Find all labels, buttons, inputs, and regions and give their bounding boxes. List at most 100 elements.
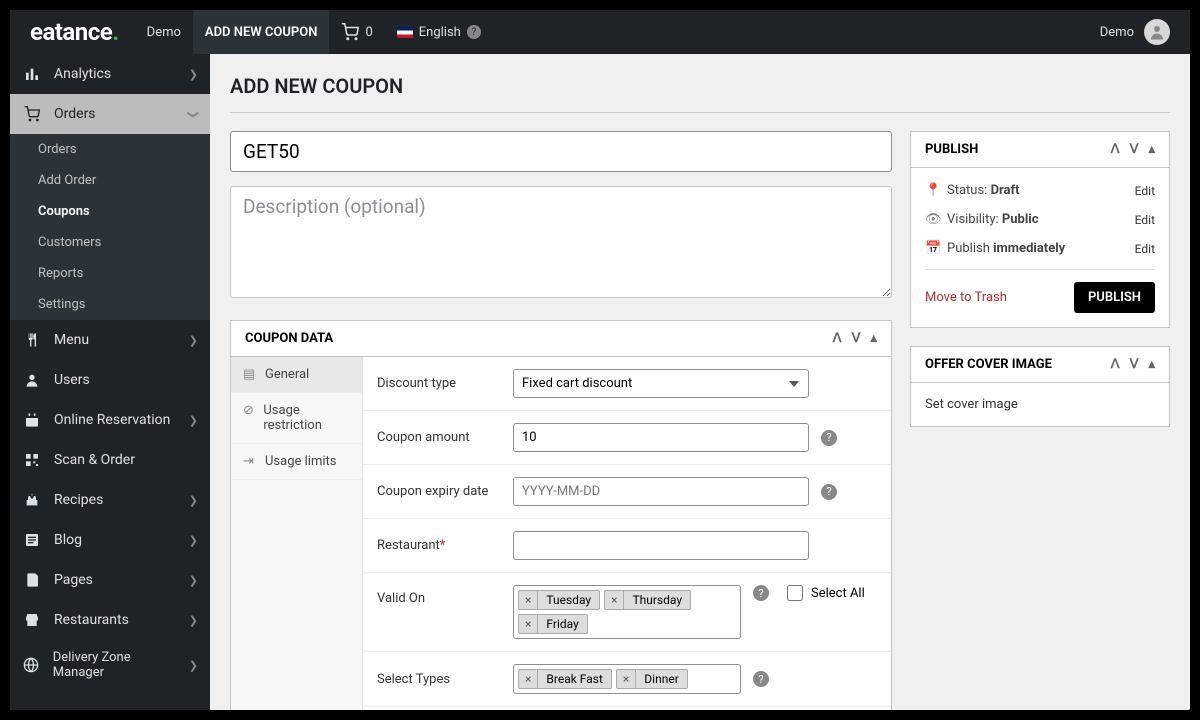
panel-up-icon[interactable]: ᐱ <box>1111 357 1120 372</box>
move-to-trash-link[interactable]: Move to Trash <box>925 290 1007 305</box>
panel-collapse-icon[interactable]: ▴ <box>870 331 877 346</box>
remove-tag-icon[interactable]: × <box>519 591 538 609</box>
coupon-amount-label: Coupon amount <box>377 430 501 445</box>
chevron-right-icon: ❯ <box>189 534 198 547</box>
panel-up-icon[interactable]: ᐱ <box>833 331 842 346</box>
avatar[interactable] <box>1144 19 1170 45</box>
sidebar-item-orders[interactable]: Orders ❯ <box>10 94 210 134</box>
help-icon[interactable]: ? <box>821 484 837 500</box>
publish-button[interactable]: PUBLISH <box>1074 282 1155 313</box>
chevron-right-icon: ❯ <box>189 68 198 81</box>
sidebar-item-label: Menu <box>54 332 89 348</box>
panel-collapse-icon[interactable]: ▴ <box>1148 357 1155 372</box>
topnav-cart[interactable]: 0 <box>329 23 384 41</box>
sidebar-item-label: Analytics <box>54 66 111 82</box>
sidebar-item-label: Delivery Zone Manager <box>53 650 177 680</box>
media-icon <box>22 708 42 710</box>
sidebar-item-restaurants[interactable]: Restaurants ❯ <box>10 600 210 640</box>
qr-icon <box>22 450 42 470</box>
sidebar-item-label: Blog <box>54 532 82 548</box>
description-input[interactable] <box>230 186 892 298</box>
sidebar-item-scan-order[interactable]: Scan & Order <box>10 440 210 480</box>
page-title: ADD NEW COUPON <box>230 74 1170 113</box>
chevron-right-icon: ❯ <box>189 574 198 587</box>
edit-publish-link[interactable]: Edit <box>1135 242 1155 256</box>
eye-icon: 👁 <box>925 212 939 227</box>
sidebar-item-label: Pages <box>54 572 93 588</box>
help-icon[interactable]: ? <box>753 585 769 601</box>
pin-icon: 📍 <box>925 183 939 198</box>
coupon-code-input[interactable] <box>230 131 892 172</box>
sidebar-item-label: Recipes <box>54 492 103 508</box>
sidebar-sub-add-order[interactable]: Add Order <box>10 165 210 196</box>
publish-text: Publish immediately <box>947 241 1065 256</box>
expiry-label: Coupon expiry date <box>377 484 501 499</box>
expiry-input[interactable] <box>513 477 809 506</box>
panel-down-icon[interactable]: ᐯ <box>852 331 861 346</box>
discount-type-select[interactable]: Fixed cart discount <box>513 369 809 398</box>
restaurant-input[interactable] <box>513 531 809 560</box>
blog-icon <box>22 530 42 550</box>
valid-on-tagbox[interactable]: ×Tuesday ×Thursday ×Friday <box>513 585 741 639</box>
sidebar-sub-orders[interactable]: Orders <box>10 134 210 165</box>
sidebar-sub-reports[interactable]: Reports <box>10 258 210 289</box>
remove-tag-icon[interactable]: × <box>519 670 538 688</box>
tab-general[interactable]: ▤ General <box>231 357 362 393</box>
chevron-right-icon: ❯ <box>189 414 198 427</box>
sidebar-item-delivery-zone[interactable]: Delivery Zone Manager ❯ <box>10 640 210 690</box>
sidebar-item-menu[interactable]: Menu ❯ <box>10 320 210 360</box>
remove-tag-icon[interactable]: × <box>605 591 624 609</box>
topnav-demo[interactable]: Demo <box>135 10 193 54</box>
help-icon[interactable]: ? <box>821 430 837 446</box>
chevron-right-icon: ❯ <box>189 614 198 627</box>
tab-usage-restriction[interactable]: ⊘ Usage restriction <box>231 393 362 444</box>
user-icon <box>22 370 42 390</box>
sidebar-item-users[interactable]: Users <box>10 360 210 400</box>
sidebar-item-blog[interactable]: Blog ❯ <box>10 520 210 560</box>
sidebar-sub-coupons[interactable]: Coupons <box>10 196 210 227</box>
remove-tag-icon[interactable]: × <box>519 615 538 633</box>
panel-down-icon[interactable]: ᐯ <box>1130 357 1139 372</box>
panel-down-icon[interactable]: ᐯ <box>1130 142 1139 157</box>
help-icon[interactable]: ? <box>467 25 481 39</box>
edit-visibility-link[interactable]: Edit <box>1135 213 1155 227</box>
user-name[interactable]: Demo <box>1100 25 1134 40</box>
sidebar-item-recipes[interactable]: Recipes ❯ <box>10 480 210 520</box>
store-icon <box>22 610 42 630</box>
sidebar: Analytics ❯ Orders ❯ Orders Add Order Co… <box>10 54 210 710</box>
topnav-add-new-coupon[interactable]: ADD NEW COUPON <box>193 10 330 54</box>
panel-collapse-icon[interactable]: ▴ <box>1148 142 1155 157</box>
logo-dot: . <box>112 18 118 46</box>
panel-up-icon[interactable]: ᐱ <box>1111 142 1120 157</box>
status-text: Status: Draft <box>947 183 1020 198</box>
chevron-right-icon: ❯ <box>189 334 198 347</box>
sidebar-item-media[interactable]: Media ❯ <box>10 698 210 710</box>
topnav-language[interactable]: English ? <box>385 25 493 40</box>
select-all-checkbox[interactable] <box>787 585 803 601</box>
sidebar-item-label: Orders <box>54 106 96 122</box>
sidebar-sub-customers[interactable]: Customers <box>10 227 210 258</box>
tag-breakfast: ×Break Fast <box>518 669 612 689</box>
help-icon[interactable]: ? <box>753 671 769 687</box>
sidebar-item-analytics[interactable]: Analytics ❯ <box>10 54 210 94</box>
sidebar-item-pages[interactable]: Pages ❯ <box>10 560 210 600</box>
chevron-down-icon: ❯ <box>187 109 200 118</box>
coupon-amount-input[interactable] <box>513 423 809 452</box>
sidebar-sub-settings[interactable]: Settings <box>10 289 210 320</box>
sidebar-item-online-reservation[interactable]: Online Reservation ❯ <box>10 400 210 440</box>
restaurant-label: Restaurant* <box>377 538 501 553</box>
ticket-icon: ▤ <box>243 367 257 382</box>
cart-icon <box>341 23 359 41</box>
tab-usage-limits[interactable]: ⇥ Usage limits <box>231 444 362 480</box>
set-cover-image-link[interactable]: Set cover image <box>911 383 1169 426</box>
edit-status-link[interactable]: Edit <box>1135 184 1155 198</box>
tag-tuesday: ×Tuesday <box>518 590 600 610</box>
select-types-tagbox[interactable]: ×Break Fast ×Dinner <box>513 664 741 694</box>
tag-dinner: ×Dinner <box>616 669 688 689</box>
chevron-right-icon: ❯ <box>189 494 198 507</box>
remove-tag-icon[interactable]: × <box>617 670 636 688</box>
panel-title: OFFER COVER IMAGE <box>925 357 1052 372</box>
tab-label: General <box>265 367 309 382</box>
coupon-data-panel: COUPON DATA ᐱ ᐯ ▴ ▤ General <box>230 320 892 710</box>
logo[interactable]: eatance. <box>18 18 135 46</box>
